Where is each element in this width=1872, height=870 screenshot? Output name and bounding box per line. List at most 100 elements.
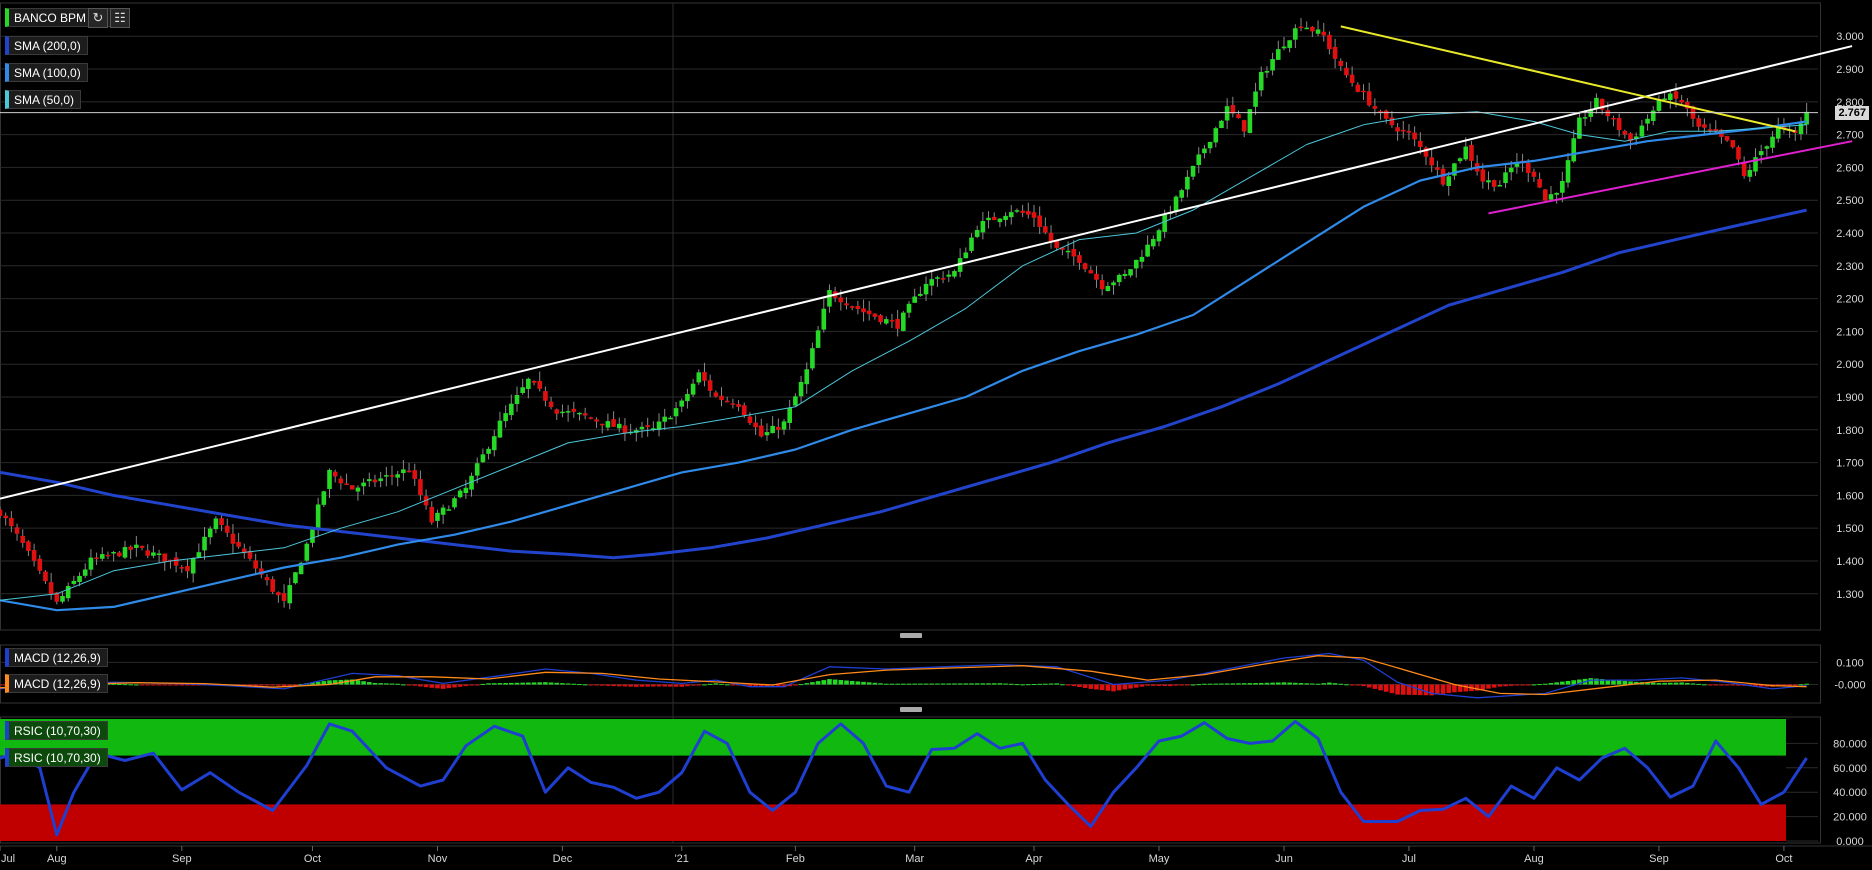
- macd-legend-2[interactable]: MACD (12,26,9): [5, 674, 108, 693]
- candle-up: [1770, 136, 1775, 148]
- macd-histogram-bar: [1423, 684, 1429, 696]
- macd-histogram-bar: [520, 682, 525, 685]
- macd-histogram-bar: [1616, 680, 1622, 685]
- price-tick-label: 3.000: [1836, 31, 1864, 43]
- macd-histogram-bar: [117, 683, 122, 685]
- macd-histogram-bar: [264, 684, 270, 686]
- macd-histogram-bar: [554, 682, 560, 685]
- macd-histogram-bar: [151, 684, 156, 686]
- candle-down: [855, 305, 861, 309]
- macd-histogram-bar: [1304, 683, 1309, 685]
- candle-up: [491, 436, 497, 451]
- x-tick-label: Apr: [1025, 853, 1042, 865]
- macd-histogram-bar: [628, 684, 633, 687]
- macd-histogram-bar: [991, 683, 997, 685]
- candle-up: [1162, 214, 1167, 232]
- macd-histogram-bar: [793, 684, 798, 686]
- macd-histogram-bar: [486, 683, 491, 685]
- candle-up: [520, 387, 525, 393]
- candle-up: [1304, 27, 1309, 30]
- candle-down: [1099, 280, 1105, 290]
- chart-canvas[interactable]: 1.300 1.400 1.500 1.600 1.700 1.800 1.900 2.000…: [0, 0, 1872, 870]
- candle-up: [1571, 138, 1577, 162]
- macd-histogram-bar: [1031, 684, 1037, 686]
- macd-histogram-bar: [543, 682, 548, 685]
- candle-up: [770, 425, 775, 434]
- macd-histogram-bar: [497, 683, 503, 685]
- candle-up: [1185, 176, 1190, 190]
- macd-histogram-bar: [1213, 683, 1219, 685]
- candle-down: [1361, 90, 1366, 93]
- macd-histogram-bar: [1150, 684, 1156, 686]
- candle-down: [622, 425, 628, 434]
- candle-down: [872, 313, 878, 317]
- refresh-icon[interactable]: ↻: [88, 8, 108, 28]
- candle-down: [139, 545, 145, 548]
- macd-histogram-bar: [173, 684, 179, 686]
- rsi-label-2: RSIC (10,70,30): [14, 750, 101, 765]
- x-tick-label: Oct: [1775, 853, 1792, 865]
- macd-histogram-bar: [1435, 684, 1440, 695]
- candle-up: [1275, 49, 1281, 60]
- candle-down: [1537, 179, 1542, 188]
- x-tick-label: Aug: [1524, 853, 1544, 865]
- candle-up: [969, 237, 974, 251]
- candle-up: [673, 408, 679, 417]
- price-tick-label: 1.600: [1836, 490, 1864, 502]
- rsi-tick-label: 80.000: [1833, 738, 1867, 750]
- candle-up: [1156, 230, 1162, 242]
- sma-50-legend[interactable]: SMA (50,0): [5, 90, 82, 109]
- sma-200-legend[interactable]: SMA (200,0): [5, 36, 88, 55]
- price-tick-label: 1.300: [1836, 589, 1864, 601]
- candle-up: [1116, 274, 1122, 283]
- macd-histogram-bar: [480, 683, 486, 685]
- price-tick-label: 2.400: [1836, 228, 1864, 240]
- price-tick-label: 1.700: [1836, 458, 1864, 470]
- candle-up: [1486, 180, 1491, 183]
- candle-down: [94, 557, 99, 560]
- macd-histogram-bar: [457, 684, 463, 687]
- macd-histogram-bar: [1128, 684, 1133, 689]
- macd-histogram-bar: [1389, 684, 1395, 694]
- macd-histogram-bar: [1560, 681, 1565, 685]
- macd-histogram-bar: [685, 684, 690, 687]
- rsi-overbought-zone: [0, 719, 1786, 756]
- macd-histogram-bar: [1400, 684, 1406, 695]
- macd-histogram-bar: [270, 684, 275, 686]
- candle-up: [980, 220, 986, 233]
- macd-legend-1[interactable]: MACD (12,26,9): [5, 648, 108, 667]
- macd-histogram-bar: [906, 683, 912, 685]
- macd-histogram-bar: [1253, 683, 1258, 685]
- macd-histogram-bar: [1650, 682, 1656, 685]
- macd-histogram-bar: [940, 683, 946, 685]
- macd-histogram-bar: [1491, 684, 1497, 688]
- macd-histogram-bar: [429, 684, 435, 688]
- macd-histogram-bar: [1094, 684, 1099, 690]
- macd-histogram-bar: [946, 683, 952, 685]
- rsi-legend-1[interactable]: RSIC (10,70,30): [5, 721, 108, 740]
- candle-up: [378, 478, 383, 482]
- macd-histogram-bar: [1497, 684, 1503, 687]
- candle-up: [1128, 269, 1133, 276]
- macd-histogram-bar: [1514, 684, 1520, 686]
- macd-histogram-bar: [804, 683, 810, 685]
- macd-histogram-bar: [514, 682, 520, 685]
- macd-histogram-bar: [560, 683, 565, 685]
- candle-down: [48, 582, 54, 595]
- candle-down: [145, 550, 151, 556]
- candle-down: [412, 470, 418, 479]
- candle-up: [213, 518, 219, 530]
- sma-100-legend[interactable]: SMA (100,0): [5, 63, 88, 82]
- macd-label-2: MACD (12,26,9): [14, 676, 101, 691]
- macd-histogram-bar: [1310, 683, 1315, 685]
- splitter-handle: [900, 707, 922, 712]
- candle-down: [611, 419, 616, 427]
- rsi-legend-2[interactable]: RSIC (10,70,30): [5, 748, 108, 767]
- macd-histogram-bar: [395, 683, 400, 685]
- bar-chart-icon[interactable]: ☷: [110, 8, 130, 28]
- candle-up: [974, 230, 980, 237]
- rsi-tick-label: 20.000: [1833, 812, 1867, 824]
- candle-up: [65, 586, 71, 599]
- macd-histogram-bar: [1196, 684, 1202, 686]
- price-tick-label: 1.800: [1836, 425, 1864, 437]
